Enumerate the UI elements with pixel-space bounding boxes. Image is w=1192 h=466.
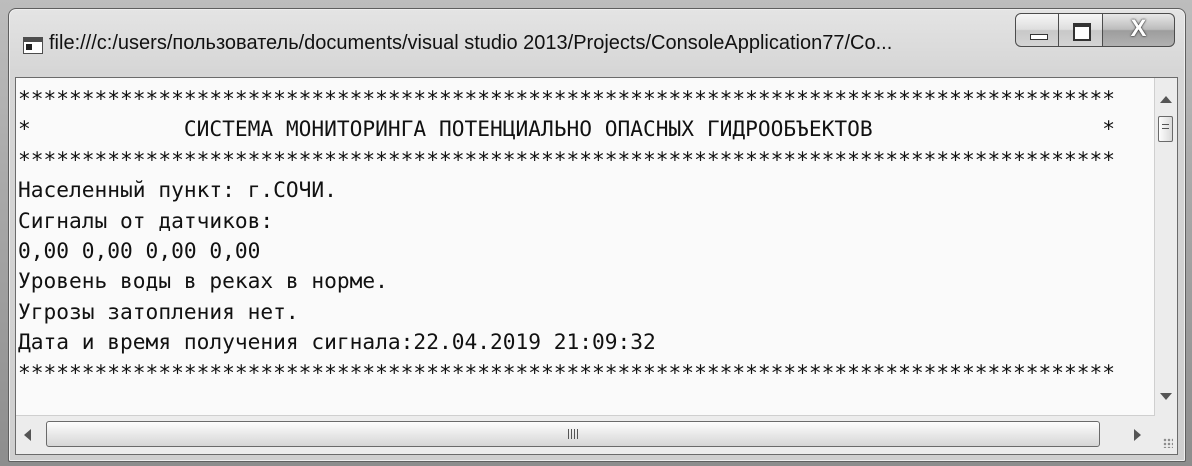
- scroll-down-arrow-icon[interactable]: [1160, 393, 1172, 400]
- console-line-border-top: ****************************************…: [18, 86, 1116, 111]
- vertical-scrollbar[interactable]: [1154, 78, 1177, 416]
- horizontal-scrollbar[interactable]: [16, 415, 1155, 454]
- console-line-flood-threat: Угрозы затопления нет.: [18, 298, 299, 324]
- console-line-signal-values: 0,00 0,00 0,00 0,00: [18, 237, 261, 263]
- scroll-left-arrow-icon[interactable]: [24, 429, 31, 441]
- console-output-area[interactable]: ****************************************…: [15, 77, 1178, 455]
- console-line-water-level: Уровень воды в реках в норме.: [18, 268, 388, 294]
- maximize-icon: [1073, 23, 1091, 41]
- title-bar[interactable]: file:///c:/users/пользователь/documents/…: [9, 9, 1185, 77]
- close-icon: X: [1130, 15, 1147, 42]
- grip-icon: [568, 429, 578, 439]
- console-line-border: ****************************************…: [18, 146, 1116, 172]
- console-line-timestamp: Дата и время получения сигнала:22.04.201…: [18, 329, 656, 355]
- scroll-right-arrow-icon[interactable]: [1134, 429, 1141, 441]
- minimize-button[interactable]: [1015, 13, 1059, 47]
- scroll-up-arrow-icon[interactable]: [1160, 96, 1172, 103]
- console-line-signals-label: Сигналы от датчиков:: [18, 207, 274, 233]
- horizontal-scroll-thumb[interactable]: [46, 421, 1100, 447]
- minimize-icon: [1030, 34, 1048, 40]
- window-title: file:///c:/users/пользователь/documents/…: [49, 32, 893, 54]
- console-line-heading: * СИСТЕМА МОНИТОРИНГА ПОТЕНЦИАЛЬНО ОПАСН…: [18, 116, 1116, 142]
- console-line-border-bottom: ****************************************…: [18, 359, 1116, 385]
- console-app-icon[interactable]: [23, 37, 43, 54]
- maximize-button[interactable]: [1059, 13, 1103, 47]
- console-text: ****************************************…: [18, 84, 1148, 410]
- resize-grip-icon[interactable]: [1155, 416, 1177, 454]
- vertical-scroll-thumb[interactable]: [1158, 116, 1173, 142]
- console-window: file:///c:/users/пользователь/documents/…: [8, 8, 1186, 462]
- console-line-location: Населенный пункт: г.СОЧИ.: [18, 177, 337, 203]
- window-controls: X: [1015, 13, 1175, 47]
- close-button[interactable]: X: [1103, 13, 1175, 47]
